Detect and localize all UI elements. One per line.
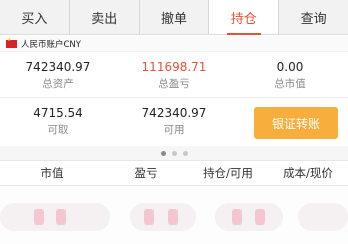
tab-positions[interactable]: 持仓 (209, 0, 280, 35)
cn-flag-icon (6, 37, 17, 48)
redacted-mark (255, 209, 265, 225)
table-row[interactable] (0, 187, 348, 244)
column-cost-price[interactable]: 成本/现价 (268, 165, 348, 181)
total-market-value-label: 总市值 (274, 77, 306, 90)
total-market-value-value: 0.00 (276, 59, 304, 74)
total-profit-cell: 111698.71 总盈亏 (116, 53, 232, 97)
column-market-value[interactable]: 市值 (0, 165, 104, 181)
withdrawable-cell: 4715.54 可取 (0, 99, 116, 144)
redacted-cell (130, 203, 196, 231)
total-profit-value: 111698.71 (141, 59, 207, 74)
available-cell: 742340.97 可用 (116, 99, 232, 144)
total-market-value-cell: 0.00 总市值 (232, 53, 348, 97)
withdrawable-value: 4715.54 (33, 106, 83, 120)
column-position-available[interactable]: 持仓/可用 (188, 165, 268, 181)
redacted-cell (0, 203, 110, 231)
tab-cancel-order[interactable]: 撤单 (140, 0, 210, 34)
account-label: 人民币账户CNY (21, 39, 81, 50)
tab-buy[interactable]: 买入 (0, 0, 70, 34)
available-value: 742340.97 (141, 106, 207, 120)
tab-query[interactable]: 查询 (279, 0, 348, 34)
redacted-cell (298, 203, 348, 231)
withdrawable-label: 可取 (47, 124, 69, 136)
column-profit[interactable]: 盈亏 (104, 165, 188, 181)
total-assets-value: 742340.97 (25, 59, 91, 74)
page-dot[interactable] (171, 150, 177, 156)
redacted-mark (34, 209, 44, 225)
summary-row-1: 742340.97 总资产 111698.71 总盈亏 0.00 总市值 (0, 53, 348, 98)
account-bar: 人民币账户CNY (0, 36, 348, 52)
available-label: 可用 (163, 124, 185, 136)
page-indicator (0, 146, 348, 160)
page-dot[interactable] (182, 150, 188, 156)
redacted-mark (232, 209, 242, 225)
redacted-cell (215, 203, 283, 231)
redacted-mark (144, 209, 154, 225)
total-assets-cell: 742340.97 总资产 (0, 53, 116, 97)
total-assets-label: 总资产 (42, 77, 74, 90)
positions-table-header: 市值 盈亏 持仓/可用 成本/现价 (0, 160, 348, 186)
page-dot[interactable] (160, 150, 166, 156)
total-profit-label: 总盈亏 (158, 77, 190, 90)
tab-sell[interactable]: 卖出 (70, 0, 140, 34)
redacted-mark (168, 209, 178, 225)
tab-bar: 买入 卖出 撤单 持仓 查询 (0, 0, 348, 35)
redacted-mark (56, 209, 66, 225)
bank-securities-transfer-button[interactable]: 银证转账 (254, 107, 338, 139)
